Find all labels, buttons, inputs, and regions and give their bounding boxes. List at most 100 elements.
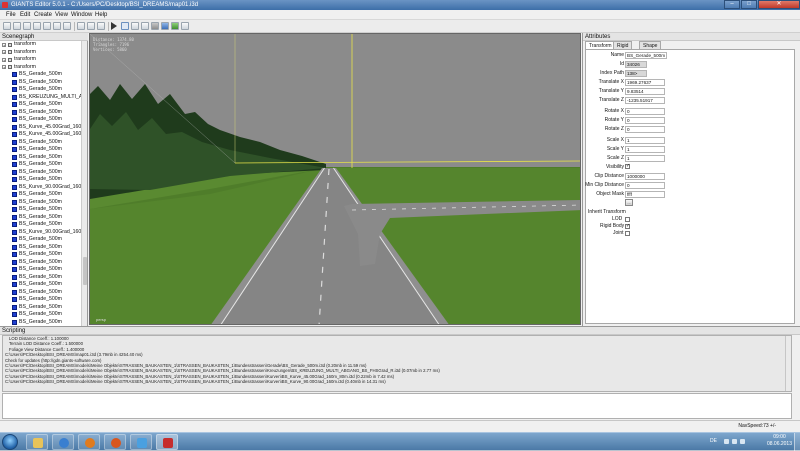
expand-icon[interactable]: + — [2, 65, 6, 70]
scenegraph-item[interactable]: BS_Gerade_500m — [0, 319, 82, 327]
scenegraph-item[interactable]: BS_Gerade_500m — [0, 206, 82, 214]
3d-viewport[interactable]: Distance: 1374.80 Triangles: 7196 Vertic… — [89, 33, 581, 325]
scenegraph-item[interactable]: BS_Gerade_500m — [0, 199, 82, 207]
scenegraph-item[interactable]: BS_Gerade_500m — [0, 266, 82, 274]
network-icon[interactable] — [732, 439, 737, 444]
paint-icon[interactable] — [161, 22, 169, 30]
ie-app-button[interactable] — [78, 434, 100, 450]
scenegraph-item[interactable]: BS_Gerade_500m — [0, 161, 82, 169]
scenegraph-item[interactable]: BS_Gerade_500m — [0, 221, 82, 229]
script-input[interactable] — [2, 393, 792, 419]
scenegraph-item[interactable]: BS_Gerade_500m — [0, 176, 82, 184]
scenegraph-item[interactable]: BS_Kurve_45.00Grad_160m — [0, 131, 82, 139]
scenegraph-tree[interactable]: + transform + transform + transform + transform… — [0, 41, 82, 326]
close-button[interactable]: ✕ — [758, 0, 800, 9]
show-desktop-button[interactable] — [794, 433, 800, 451]
scenegraph-item[interactable]: BS_Gerade_500m — [0, 109, 82, 117]
volume-icon[interactable] — [740, 439, 745, 444]
scenegraph-item[interactable]: BS_Gerade_500m — [0, 214, 82, 222]
rotate-z-field[interactable]: 0 — [625, 125, 665, 133]
scenegraph-item[interactable]: BS_Kurve_90.00Grad_160m — [0, 184, 82, 192]
scenegraph-item[interactable]: BS_Gerade_500m — [0, 79, 82, 87]
cut-icon[interactable] — [63, 22, 71, 30]
terrain-icon[interactable] — [151, 22, 159, 30]
name-field[interactable]: BS_Gerade_500m — [625, 51, 667, 59]
start-button[interactable] — [2, 434, 18, 450]
undo-icon[interactable] — [77, 22, 85, 30]
play-icon[interactable] — [110, 22, 118, 30]
scenegraph-item[interactable]: BS_Gerade_500m — [0, 281, 82, 289]
tab-shape[interactable]: Shape — [639, 41, 662, 49]
title-bar[interactable]: GIANTS Editor 5.0.1 - C:/Users/PC/Deskto… — [0, 0, 800, 10]
scenegraph-item[interactable]: BS_Gerade_500m — [0, 116, 82, 124]
scenegraph-item[interactable]: BS_Gerade_500m — [0, 146, 82, 154]
clock[interactable]: 09:00 08.06.2013 — [767, 434, 792, 448]
menu-help[interactable]: Help — [95, 11, 107, 19]
scenegraph-item[interactable]: BS_Gerade_500m — [0, 289, 82, 297]
scenegraph-item[interactable]: BS_Gerade_500m — [0, 169, 82, 177]
scale-z-field[interactable]: 1 — [625, 154, 665, 162]
rotate-y-field[interactable]: 0 — [625, 116, 665, 124]
save-all-icon[interactable] — [33, 22, 41, 30]
scenegraph-item[interactable]: BS_Gerade_500m — [0, 71, 82, 79]
expand-icon[interactable]: + — [2, 50, 6, 55]
tray-expand-icon[interactable] — [724, 439, 729, 444]
open-file-icon[interactable] — [13, 22, 21, 30]
menu-view[interactable]: View — [55, 11, 68, 19]
clip-distance-field[interactable]: 1000000 — [625, 172, 665, 180]
move-icon[interactable] — [131, 22, 139, 30]
scenegraph-item[interactable]: BS_Gerade_500m — [0, 304, 82, 312]
foliage-icon[interactable] — [171, 22, 179, 30]
scenegraph-item[interactable]: + transform — [0, 41, 82, 49]
menu-window[interactable]: Window — [71, 11, 92, 19]
scenegraph-item[interactable]: BS_Gerade_500m — [0, 274, 82, 282]
object-mask-field[interactable]: ffff — [625, 190, 665, 198]
scenegraph-item[interactable]: BS_Gerade_500m — [0, 101, 82, 109]
scenegraph-item[interactable]: BS_Gerade_500m — [0, 296, 82, 304]
media-player-app-button[interactable] — [52, 434, 74, 450]
translate-y-field[interactable]: 9.83514 — [625, 87, 665, 95]
translate-x-field[interactable]: 1969.27637 — [625, 78, 665, 86]
scenegraph-item[interactable]: BS_Gerade_500m — [0, 191, 82, 199]
save-icon[interactable] — [23, 22, 31, 30]
redo-icon[interactable] — [87, 22, 95, 30]
export-icon[interactable] — [53, 22, 61, 30]
scenegraph-item[interactable]: + transform — [0, 56, 82, 64]
min-clip-distance-field[interactable]: 0 — [625, 181, 665, 189]
import-icon[interactable] — [43, 22, 51, 30]
rigid-body-checkbox[interactable]: ✓ — [625, 224, 630, 229]
scrollbar-thumb[interactable] — [83, 257, 87, 285]
lod-checkbox[interactable] — [625, 217, 630, 222]
firefox-app-button[interactable] — [104, 434, 126, 450]
scenegraph-item[interactable]: + transform — [0, 64, 82, 72]
scenegraph-item[interactable]: BS_Gerade_500m — [0, 244, 82, 252]
scenegraph-item[interactable]: BS_Gerade_500m — [0, 236, 82, 244]
copy-icon[interactable] — [97, 22, 105, 30]
rotate-icon[interactable] — [141, 22, 149, 30]
menu-file[interactable]: File — [6, 11, 16, 19]
scenegraph-item[interactable]: BS_Gerade_500m — [0, 154, 82, 162]
expand-icon[interactable]: + — [2, 57, 6, 62]
settings-icon[interactable] — [181, 22, 189, 30]
scenegraph-item[interactable]: BS_KREUZUNG_MULTI_AB — [0, 94, 82, 102]
scenegraph-item[interactable]: BS_Kurve_45.00Grad_160m — [0, 124, 82, 132]
object-mask-button[interactable]: ... — [625, 199, 633, 206]
joint-checkbox[interactable] — [625, 231, 630, 236]
visibility-checkbox[interactable]: ✓ — [625, 164, 630, 169]
translate-z-field[interactable]: -1235.51917 — [625, 96, 665, 104]
minimize-button[interactable]: – — [724, 0, 740, 9]
scenegraph-item[interactable]: + transform — [0, 49, 82, 57]
scale-y-field[interactable]: 1 — [625, 145, 665, 153]
menu-create[interactable]: Create — [34, 11, 52, 19]
explorer-app-button[interactable] — [130, 434, 152, 450]
scenegraph-item[interactable]: BS_Kurve_90.00Grad_160m — [0, 229, 82, 237]
tab-rigid-body[interactable]: Rigid Body — [613, 41, 633, 57]
expand-icon[interactable]: + — [2, 42, 6, 47]
select-icon[interactable] — [121, 22, 129, 30]
giants-editor-app-button[interactable] — [156, 434, 178, 450]
scenegraph-item[interactable]: BS_Gerade_500m — [0, 311, 82, 319]
script-output-scrollbar[interactable] — [785, 336, 791, 391]
new-file-icon[interactable] — [3, 22, 11, 30]
scenegraph-item[interactable]: BS_Gerade_500m — [0, 251, 82, 259]
scenegraph-item[interactable]: BS_Gerade_500m — [0, 259, 82, 267]
